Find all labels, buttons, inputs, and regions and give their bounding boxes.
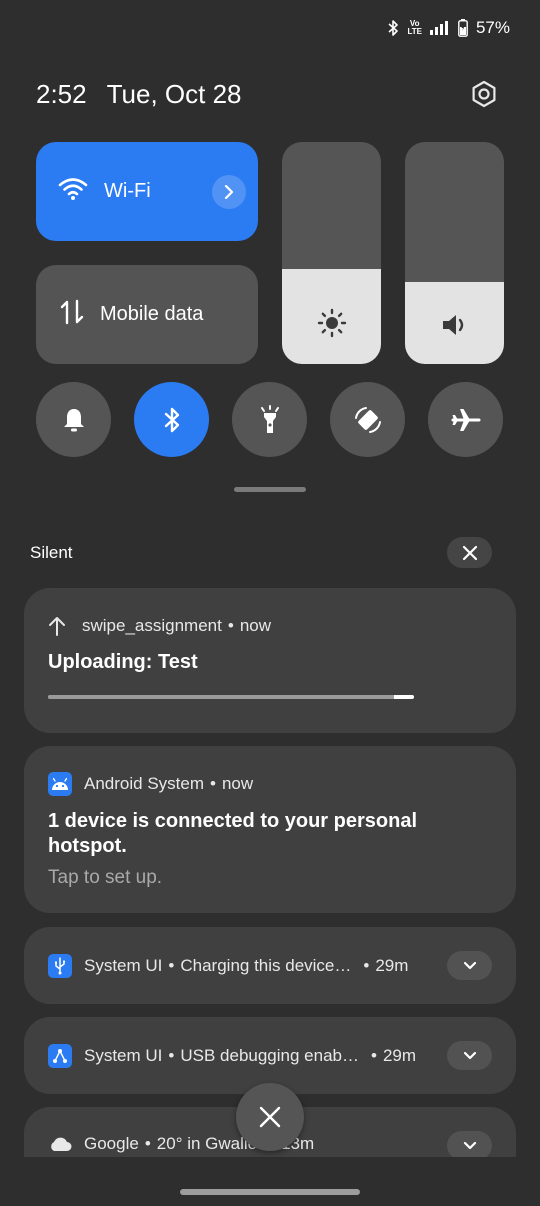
upload-arrow-icon xyxy=(48,616,66,636)
notification-header: System UI • USB debugging enab… • 29m xyxy=(48,1044,416,1068)
mobile-data-label: Mobile data xyxy=(100,303,204,325)
signal-bars-icon xyxy=(429,21,450,35)
flashlight-icon xyxy=(260,404,279,433)
chevron-down-icon xyxy=(463,1141,476,1149)
clear-all-button[interactable] xyxy=(447,537,492,568)
notification-shade: Vo LTE 57% 2:52 Tue, Oct 28 Wi-Fi Mobile… xyxy=(0,0,540,1206)
notification-summary: USB debugging enab… xyxy=(180,1046,359,1065)
chevron-down-icon xyxy=(463,1051,476,1059)
flashlight-toggle[interactable] xyxy=(232,382,307,457)
rotate-icon xyxy=(354,406,381,433)
close-icon xyxy=(462,545,477,560)
expand-button[interactable] xyxy=(447,1131,492,1157)
bluetooth-status-icon xyxy=(387,20,399,36)
wifi-icon xyxy=(58,177,88,206)
notification-hotspot[interactable]: Android System • now 1 device is connect… xyxy=(24,746,516,913)
upload-progress-indicator xyxy=(394,695,414,699)
gear-icon xyxy=(472,80,496,108)
drag-handle[interactable] xyxy=(234,487,306,492)
notification-usb-charging[interactable]: System UI • Charging this device… • 29m xyxy=(24,927,516,1004)
shade-header: 2:52 Tue, Oct 28 xyxy=(36,72,504,116)
wifi-label: Wi-Fi xyxy=(104,180,151,202)
expand-button[interactable] xyxy=(447,1041,492,1070)
notification-time: 29m xyxy=(382,1046,417,1065)
notification-summary: Charging this device… xyxy=(180,956,352,975)
bell-icon xyxy=(63,408,84,431)
settings-button[interactable] xyxy=(464,74,504,114)
chevron-right-icon xyxy=(224,185,234,199)
clock-time: 2:52 xyxy=(36,78,87,109)
bluetooth-toggle[interactable] xyxy=(134,382,209,457)
cloud-icon xyxy=(48,1136,72,1152)
airplane-mode-toggle[interactable] xyxy=(428,382,503,457)
notification-title: 1 device is connected to your personal h… xyxy=(48,810,418,857)
speaker-icon xyxy=(405,312,504,338)
status-bar: Vo LTE 57% xyxy=(387,16,510,40)
quick-toggles-row xyxy=(36,382,503,457)
notification-subtitle: Tap to set up. xyxy=(48,867,163,888)
clock-date: Tue, Oct 28 xyxy=(106,78,242,109)
notification-time: 29m xyxy=(375,956,409,975)
gesture-nav-bar[interactable] xyxy=(180,1189,360,1195)
bluetooth-icon xyxy=(164,407,179,432)
brightness-icon xyxy=(282,308,381,338)
sound-toggle[interactable] xyxy=(36,382,111,457)
notification-app-name: System UI xyxy=(84,956,163,975)
notification-app-name: swipe_assignment xyxy=(82,616,222,635)
close-shade-button[interactable] xyxy=(236,1083,304,1151)
mobile-data-tile[interactable]: Mobile data xyxy=(36,265,258,364)
brightness-slider[interactable] xyxy=(282,142,381,364)
notification-upload[interactable]: swipe_assignment • now Uploading: Test xyxy=(24,588,516,733)
notification-header: System UI • Charging this device… • 29m xyxy=(48,954,408,978)
volume-slider[interactable] xyxy=(405,142,504,364)
section-label-silent: Silent xyxy=(30,543,73,562)
notification-app-name: Android System xyxy=(84,774,204,793)
usb-icon xyxy=(48,954,72,978)
volte-indicator: Vo LTE xyxy=(407,19,422,36)
notification-time: now xyxy=(239,616,271,635)
notification-app-name: Google xyxy=(84,1134,139,1153)
notification-header: swipe_assignment • now xyxy=(48,616,271,636)
upload-progress-fill xyxy=(48,695,396,699)
wifi-tile[interactable]: Wi-Fi xyxy=(36,142,258,241)
notification-time: now xyxy=(221,774,254,793)
notification-app-name: System UI xyxy=(84,1046,163,1065)
expand-button[interactable] xyxy=(447,951,492,980)
notification-title: Uploading: Test xyxy=(48,651,198,673)
wifi-details-button[interactable] xyxy=(212,175,246,209)
battery-percent: 57% xyxy=(475,18,510,37)
android-icon xyxy=(48,772,72,796)
airplane-icon xyxy=(451,408,480,431)
debug-icon xyxy=(48,1044,72,1068)
upload-progress-bar xyxy=(48,695,414,699)
notification-header: Android System • now xyxy=(48,772,253,796)
auto-rotate-toggle[interactable] xyxy=(330,382,405,457)
battery-charging-icon xyxy=(458,19,468,37)
close-icon xyxy=(259,1106,281,1128)
chevron-down-icon xyxy=(463,961,476,969)
data-arrows-icon xyxy=(60,299,84,330)
